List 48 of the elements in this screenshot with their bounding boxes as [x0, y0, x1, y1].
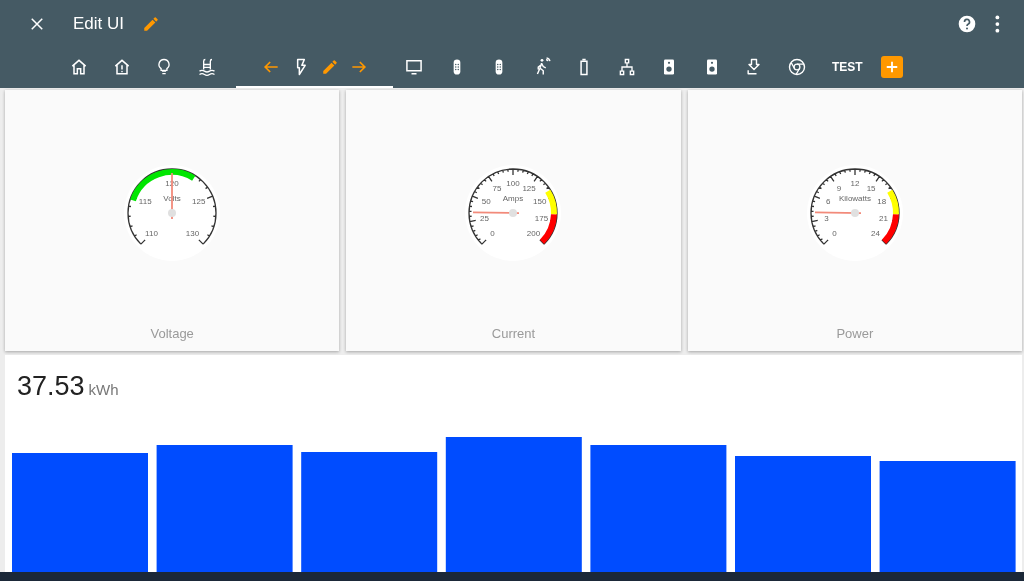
energy-value: 37.53 [17, 371, 85, 402]
danger-range-band [881, 214, 899, 244]
warning-range-band [886, 189, 899, 215]
gauge-scale-label: 130 [186, 228, 200, 238]
gauge-scale-label: 150 [533, 196, 547, 206]
gauge-unit: Amps [503, 194, 524, 203]
gauge-scale-label: 0 [490, 228, 496, 238]
gauge-scale-label: 200 [527, 228, 541, 238]
gauge-scale-label: 125 [522, 183, 537, 193]
help-icon [957, 14, 978, 34]
more-menu-icon [995, 14, 1000, 34]
gauge-scale-label: 175 [535, 213, 549, 223]
gauge-scale-label: 3 [824, 213, 829, 223]
gauge-scale-label: 24 [870, 228, 880, 238]
card-title: Power [836, 326, 874, 341]
gauge-scale-label: 115 [139, 196, 152, 206]
energy-unit: kWh [88, 381, 119, 398]
close-icon [28, 15, 46, 33]
gauge-scale-label: 21 [878, 213, 888, 223]
help-button[interactable] [957, 14, 978, 34]
gauge-scale-label: 50 [482, 196, 492, 206]
warning-range-band [545, 189, 558, 215]
gauge-scale-label: 75 [492, 183, 502, 193]
gauge-scale-label: 100 [506, 179, 521, 188]
monitor-icon [404, 57, 425, 77]
gauge-scale-label: 0 [832, 228, 837, 238]
gauge-scale-label: 18 [877, 196, 887, 206]
close-button[interactable] [28, 15, 46, 33]
gauge-scale-label: 125 [192, 196, 206, 206]
pencil-icon [320, 58, 339, 76]
pool-ladder-icon [196, 57, 217, 77]
gauge-scale-label: 15 [866, 183, 876, 193]
more-menu-button[interactable] [995, 14, 1000, 34]
pencil-icon [142, 15, 161, 33]
gauge-scale-label: 9 [836, 183, 841, 193]
gauge-scale-label: 110 [145, 228, 159, 238]
page-title: Edit UI [73, 14, 125, 34]
gauge-scale-label: 12 [850, 179, 860, 188]
gauge-unit: Kilowatts [838, 194, 871, 203]
card-title: Voltage [150, 326, 194, 341]
card-title: Current [491, 326, 536, 341]
edit-title-button[interactable] [142, 15, 161, 33]
tab[interactable]: TEST [828, 48, 867, 88]
circle-logo-icon [786, 57, 807, 77]
gauge-scale-label: 25 [480, 213, 490, 223]
edit-view-button[interactable] [320, 58, 339, 76]
gauge-scale-label: 6 [825, 196, 831, 206]
add-view-button[interactable] [880, 56, 903, 78]
